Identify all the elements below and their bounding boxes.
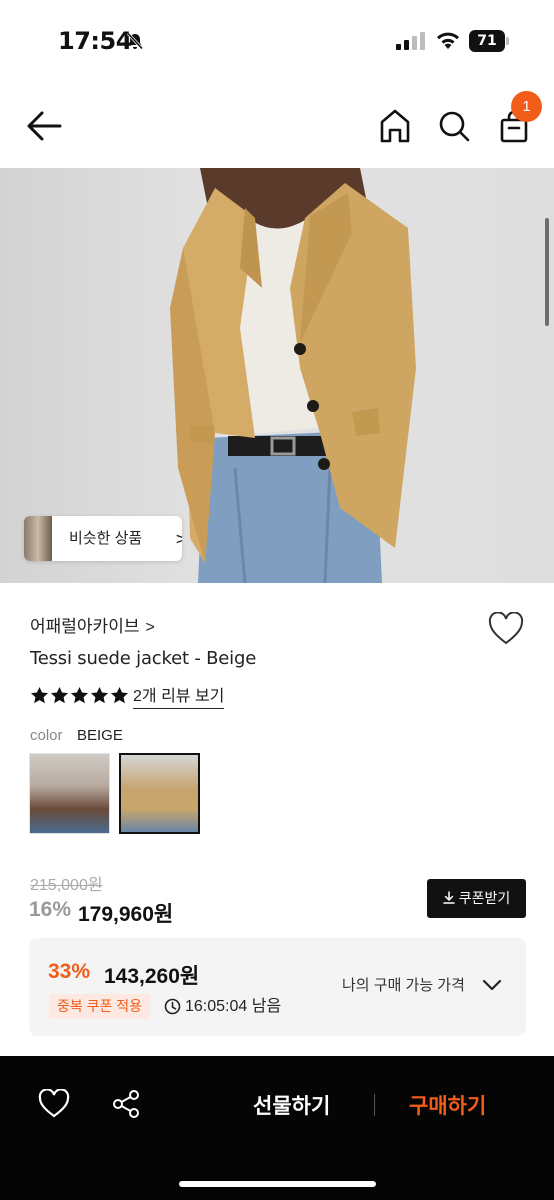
selected-color-value: BEIGE: [77, 727, 123, 744]
star-icon: [110, 686, 129, 704]
chevron-right-icon: >: [175, 529, 182, 548]
bottom-action-bar: 선물하기 구매하기: [0, 1056, 554, 1200]
heart-icon[interactable]: [488, 612, 524, 646]
best-price-panel[interactable]: 33% 143,260원 중복 쿠폰 적용 16:05:04 남음 나의 구매 …: [29, 938, 526, 1036]
status-time: 17:54: [58, 27, 132, 55]
status-bar: 17:54 71: [0, 0, 554, 80]
battery-icon: 71: [469, 30, 509, 52]
star-icon: [90, 686, 109, 704]
home-icon[interactable]: [376, 106, 414, 146]
my-available-price-label[interactable]: 나의 구매 가능 가격: [342, 974, 465, 995]
sale-price: 179,960원: [78, 903, 174, 926]
cart-count-badge: 1: [511, 91, 542, 122]
best-discount-percent: 33%: [48, 960, 91, 983]
view-reviews-link[interactable]: 2개 리뷰 보기: [133, 686, 225, 709]
battery-level: 71: [469, 30, 505, 52]
image-scrollbar[interactable]: [545, 218, 549, 326]
brand-link[interactable]: 어패럴아카이브 >: [30, 612, 155, 637]
get-coupon-label: 쿠폰받기: [458, 890, 511, 906]
divider: [374, 1094, 375, 1116]
countdown-timer: 16:05:04 남음: [185, 998, 282, 1015]
top-navigation: [0, 84, 554, 168]
color-swatch-brown[interactable]: [29, 753, 110, 834]
stacked-coupon-badge: 중복 쿠폰 적용: [49, 994, 151, 1019]
brand-name: 어패럴아카이브: [30, 617, 140, 636]
star-icon: [50, 686, 69, 704]
color-swatch-beige-selected[interactable]: [119, 753, 200, 834]
get-coupon-button[interactable]: 쿠폰받기: [427, 879, 526, 918]
star-icon: [70, 686, 89, 704]
cellular-signal-icon: [396, 32, 425, 50]
clock-icon: [164, 998, 181, 1015]
chevron-down-icon[interactable]: [481, 977, 503, 993]
discount-percent: 16%: [29, 898, 72, 921]
color-option-label: color: [30, 727, 63, 744]
gift-button[interactable]: 선물하기: [253, 1090, 330, 1120]
search-icon[interactable]: [434, 106, 474, 146]
bell-muted-icon: [126, 32, 144, 50]
battery-cap: [506, 37, 509, 45]
share-icon[interactable]: [111, 1089, 141, 1119]
rating-stars: [30, 686, 130, 708]
home-indicator[interactable]: [179, 1181, 376, 1187]
similar-products-thumbnail: [24, 516, 52, 561]
similar-products-label: 비슷한 상품: [69, 530, 143, 547]
chevron-right-icon: >: [145, 619, 155, 636]
heart-icon[interactable]: [38, 1089, 70, 1119]
buy-button[interactable]: 구매하기: [409, 1090, 486, 1120]
similar-products-button[interactable]: 비슷한 상품 >: [24, 516, 182, 561]
best-price-value: 143,260원: [104, 965, 200, 988]
back-arrow-icon[interactable]: [24, 108, 66, 144]
original-price: 215,000원: [30, 877, 103, 894]
wifi-icon: [437, 32, 459, 49]
star-icon: [30, 686, 49, 704]
download-icon: [442, 891, 455, 904]
product-title: Tessi suede jacket - Beige: [30, 648, 257, 669]
